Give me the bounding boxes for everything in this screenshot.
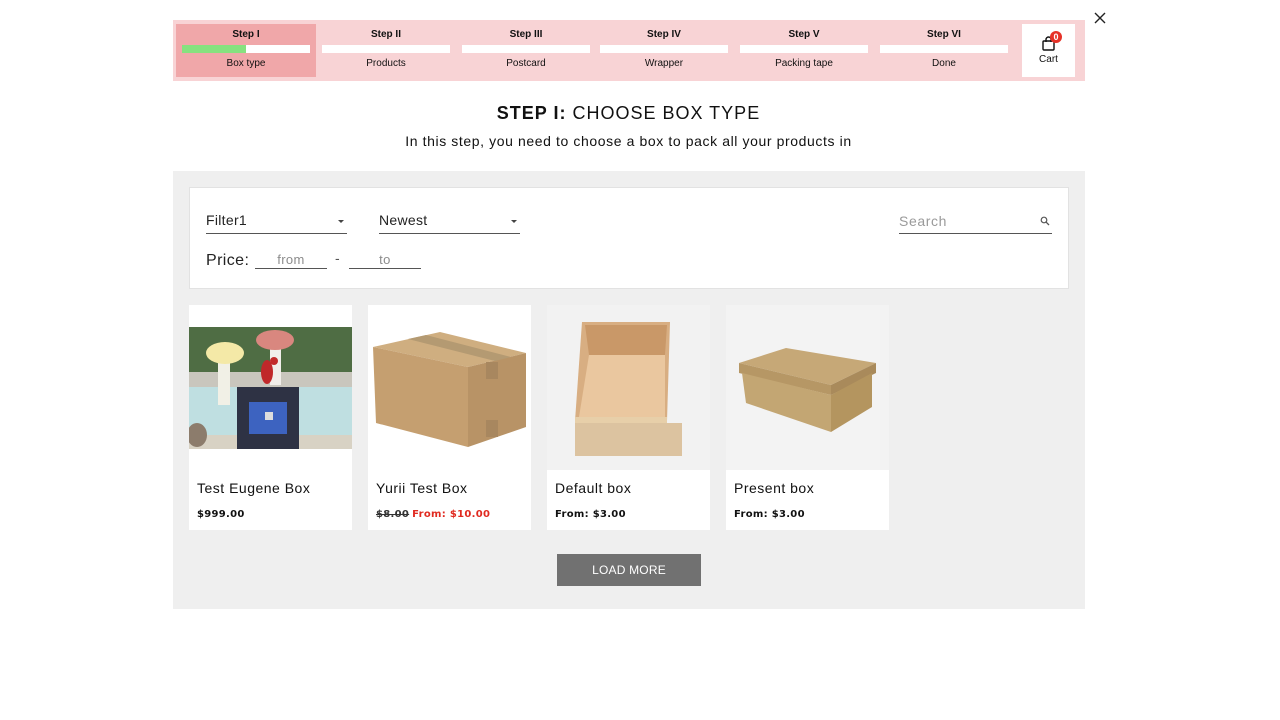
page-title-text: CHOOSE BOX TYPE [572, 103, 761, 123]
close-icon [1094, 12, 1106, 24]
step-progress-bar: Step I Box type Step II Products Step II… [173, 20, 1085, 81]
step-label: Postcard [506, 58, 546, 69]
product-image [368, 305, 531, 470]
step-progress-track [462, 45, 590, 53]
step-6[interactable]: Step VI Done [874, 24, 1014, 77]
product-card[interactable]: Yurii Test Box $8.00 From: $10.00 [368, 305, 531, 530]
caret-down-icon [511, 220, 517, 223]
step-progress-track [740, 45, 868, 53]
product-name: Present box [734, 480, 815, 496]
step-title: Step II [370, 29, 401, 40]
step-2[interactable]: Step II Products [316, 24, 456, 77]
original-price: $8.00 [376, 509, 410, 520]
filter-select-value: Filter1 [206, 212, 247, 228]
price-value: $999.00 [197, 509, 245, 520]
search-field [899, 210, 1052, 234]
product-image [547, 305, 710, 470]
box-selection-panel: Filter1 Newest Price: - [173, 171, 1085, 609]
product-image [189, 305, 352, 470]
step-3[interactable]: Step III Postcard [456, 24, 596, 77]
page-title: STEP I: CHOOSE BOX TYPE [0, 103, 1257, 124]
price-from-input[interactable] [255, 250, 327, 269]
price-to-input[interactable] [349, 250, 421, 269]
step-label: Products [366, 58, 406, 69]
price-value: From: $3.00 [734, 509, 805, 520]
step-label: Done [932, 58, 956, 69]
close-button[interactable] [1092, 10, 1108, 26]
step-label: Packing tape [775, 58, 833, 69]
cart-button[interactable]: 0 Cart [1022, 24, 1075, 77]
page-subtitle: In this step, you need to choose a box t… [405, 133, 852, 149]
product-price: $8.00 From: $10.00 [376, 509, 490, 520]
product-card[interactable]: Default box From: $3.00 [547, 305, 710, 530]
product-price: From: $3.00 [555, 509, 626, 520]
step-title: Step III [509, 29, 543, 40]
cart-count-badge: 0 [1050, 31, 1062, 43]
step-progress-track [880, 45, 1008, 53]
step-title: Step I [232, 29, 260, 40]
product-image [726, 305, 889, 470]
sort-select-value: Newest [379, 212, 428, 228]
step-5[interactable]: Step V Packing tape [734, 24, 874, 77]
load-more-button[interactable]: LOAD MORE [557, 554, 701, 586]
product-price: $999.00 [197, 509, 245, 520]
parrot-on-box-image [189, 305, 352, 470]
product-card[interactable]: Test Eugene Box $999.00 [189, 305, 352, 530]
step-progress-fill [182, 45, 246, 53]
price-separator: - [335, 250, 340, 266]
filter-select[interactable]: Filter1 [206, 210, 347, 234]
sale-price: From: $10.00 [412, 509, 491, 520]
step-title: Step V [788, 29, 820, 40]
filter-bar: Filter1 Newest Price: - [189, 187, 1069, 289]
search-input[interactable] [899, 210, 1029, 232]
step-progress-track [322, 45, 450, 53]
step-progress-track [600, 45, 728, 53]
price-label: Price: [206, 252, 250, 269]
lidded-kraft-box-image [726, 305, 889, 470]
step-4[interactable]: Step IV Wrapper [594, 24, 734, 77]
step-title: Step VI [927, 29, 961, 40]
cardboard-shipping-box-image [368, 305, 531, 470]
step-label: Box type [226, 58, 266, 69]
step-title: Step IV [647, 29, 681, 40]
product-name: Yurii Test Box [376, 480, 468, 496]
sort-select[interactable]: Newest [379, 210, 520, 234]
price-value: From: $3.00 [555, 509, 626, 520]
product-price: From: $3.00 [734, 509, 805, 520]
step-label: Wrapper [644, 58, 684, 69]
product-card[interactable]: Present box From: $3.00 [726, 305, 889, 530]
product-name: Default box [555, 480, 632, 496]
caret-down-icon [338, 220, 344, 223]
cart-label: Cart [1039, 54, 1058, 65]
page-title-step: STEP I: [496, 103, 567, 123]
open-tray-box-image [547, 305, 710, 470]
step-progress-track [182, 45, 310, 53]
search-icon[interactable] [1040, 216, 1050, 226]
step-1[interactable]: Step I Box type [176, 24, 316, 77]
product-name: Test Eugene Box [197, 480, 311, 496]
